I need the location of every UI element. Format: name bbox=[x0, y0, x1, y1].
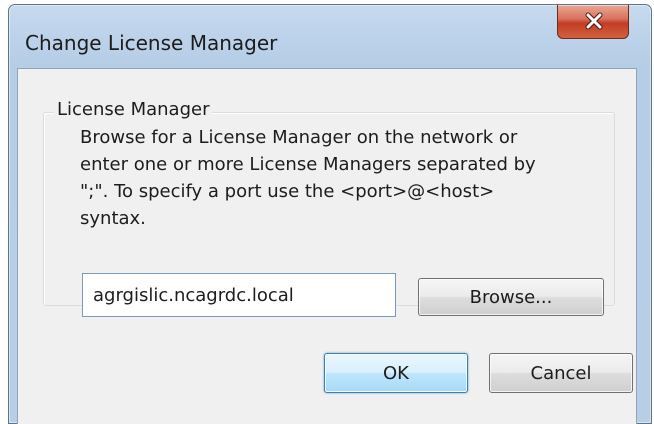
instructions-line: Browse for a License Manager on the netw… bbox=[80, 127, 518, 148]
cancel-button[interactable]: Cancel bbox=[489, 353, 633, 393]
instructions-line: syntax. bbox=[80, 208, 146, 229]
browse-button[interactable]: Browse... bbox=[418, 278, 604, 316]
window-title: Change License Manager bbox=[25, 31, 278, 55]
instructions-text: Browse for a License Manager on the netw… bbox=[80, 124, 600, 232]
dialog-client-area: License Manager Browse for a License Man… bbox=[17, 68, 637, 424]
close-icon bbox=[585, 12, 603, 30]
license-manager-input[interactable] bbox=[82, 273, 396, 317]
instructions-line: ";". To specify a port use the <port>@<h… bbox=[80, 181, 495, 202]
ok-button[interactable]: OK bbox=[324, 353, 468, 393]
dialog-window: Change License Manager License Manager B… bbox=[8, 4, 652, 424]
group-label: License Manager bbox=[54, 99, 213, 120]
instructions-line: enter one or more License Managers separ… bbox=[80, 154, 536, 175]
close-button[interactable] bbox=[557, 5, 629, 39]
